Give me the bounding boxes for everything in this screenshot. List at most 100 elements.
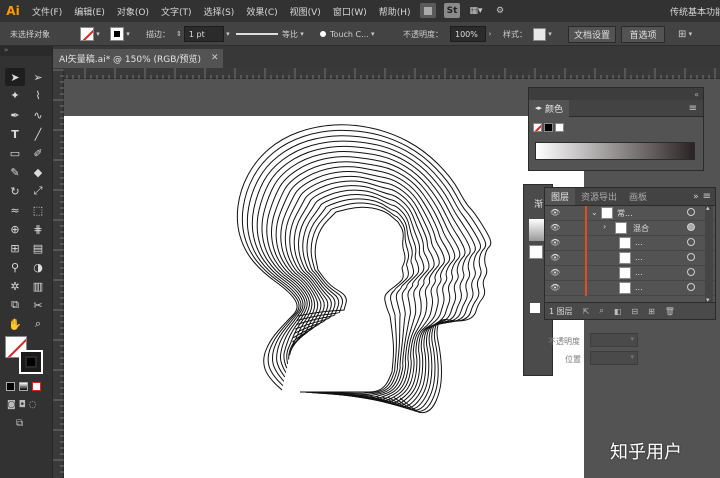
- lasso-tool-icon[interactable]: ⌇: [28, 86, 48, 104]
- horizontal-ruler[interactable]: [53, 68, 720, 79]
- target-icon[interactable]: [687, 238, 695, 246]
- opacity-dropdown[interactable]: ▾: [590, 333, 638, 347]
- scroll-up-icon[interactable]: ▴: [706, 204, 710, 212]
- panel-expand-icon[interactable]: »: [693, 192, 699, 202]
- close-icon[interactable]: ✕: [211, 53, 219, 63]
- trash-icon[interactable]: 🗑: [665, 307, 675, 316]
- gpu-performance-icon[interactable]: ⚙: [492, 3, 508, 18]
- menu-effect[interactable]: 效果(C): [240, 5, 283, 18]
- artboard-tool-icon[interactable]: ⧉: [5, 296, 25, 314]
- black-swatch[interactable]: [544, 123, 553, 132]
- scroll-down-icon[interactable]: ▾: [706, 296, 710, 304]
- symbol-sprayer-tool-icon[interactable]: ✲: [5, 277, 25, 295]
- gradient-tool-icon[interactable]: ▤: [28, 239, 48, 257]
- variable-width-profile[interactable]: 等比 ▾: [236, 26, 306, 42]
- graphic-style-swatch[interactable]: ▾: [533, 26, 554, 42]
- stroke-swatch-large[interactable]: [19, 350, 43, 374]
- rectangle-tool-icon[interactable]: ▭: [5, 144, 25, 162]
- document-setup-button[interactable]: 文档设置: [568, 25, 616, 43]
- scale-tool-icon[interactable]: ⤢: [28, 182, 48, 200]
- slice-tool-icon[interactable]: ✂: [28, 296, 48, 314]
- menu-help[interactable]: 帮助(H): [373, 5, 417, 18]
- shaper-tool-icon[interactable]: ✎: [5, 163, 25, 181]
- free-transform-tool-icon[interactable]: ⬚: [28, 201, 48, 219]
- menu-object[interactable]: 对象(O): [111, 5, 155, 18]
- brush-definition[interactable]: Touch C... ▾: [320, 26, 377, 42]
- chevron-down-icon[interactable]: ⌄: [591, 208, 598, 217]
- toolbar-collapse-icon[interactable]: »: [0, 46, 52, 56]
- target-icon[interactable]: [687, 268, 695, 276]
- magic-wand-tool-icon[interactable]: ✦: [5, 86, 25, 104]
- layer-row[interactable]: 👁 ...: [545, 236, 715, 251]
- menu-type[interactable]: 文字(T): [155, 5, 198, 18]
- tab-asset-export[interactable]: 资源导出: [575, 188, 623, 205]
- bridge-icon[interactable]: [420, 3, 436, 18]
- color-mode-icons[interactable]: [6, 382, 41, 391]
- target-icon[interactable]: [687, 223, 695, 231]
- new-sublayer-icon[interactable]: ⊟: [631, 307, 638, 316]
- gradient-icon[interactable]: [19, 382, 28, 391]
- direct-selection-tool-icon[interactable]: ➢: [28, 68, 48, 86]
- opacity-field[interactable]: 100%: [450, 26, 486, 42]
- screen-mode-icon[interactable]: ⧉: [16, 418, 23, 429]
- chevron-right-icon[interactable]: ›: [603, 222, 606, 231]
- new-layer-icon[interactable]: ⊞: [648, 307, 655, 316]
- align-options-icon[interactable]: ⊞ ▾: [678, 26, 694, 42]
- tab-artboards[interactable]: 画板: [623, 188, 653, 205]
- curvature-tool-icon[interactable]: ∿: [28, 106, 48, 124]
- tab-color[interactable]: ◂▸ 颜色: [529, 99, 570, 117]
- layers-scrollbar[interactable]: ▴ ▾: [705, 204, 713, 304]
- none-swatch-icon[interactable]: [529, 245, 543, 259]
- locate-object-icon[interactable]: ⌕: [599, 306, 603, 316]
- menu-file[interactable]: 文件(F): [26, 5, 68, 18]
- target-icon[interactable]: [687, 283, 695, 291]
- preferences-button[interactable]: 首选项: [621, 25, 665, 43]
- artboard[interactable]: [64, 116, 584, 478]
- color-swatches[interactable]: [533, 123, 564, 132]
- eye-icon[interactable]: 👁: [550, 268, 560, 277]
- layer-row[interactable]: 👁 ...: [545, 281, 715, 296]
- eyedropper-tool-icon[interactable]: ⚲: [5, 258, 25, 276]
- color-ramp[interactable]: [535, 142, 695, 160]
- eye-icon[interactable]: 👁: [550, 208, 560, 217]
- mesh-tool-icon[interactable]: ⊞: [5, 239, 25, 257]
- stroke-weight-stepper[interactable]: ⇕ 1 pt ▾: [176, 26, 232, 42]
- target-icon[interactable]: [687, 253, 695, 261]
- panel-collapse-icon[interactable]: «: [529, 88, 703, 100]
- panel-menu-icon[interactable]: ≡: [703, 191, 711, 202]
- document-tab[interactable]: AI矢量稿.ai* @ 150% (RGB/预览) ✕: [53, 49, 223, 68]
- stroke-weight-field[interactable]: 1 pt: [183, 26, 224, 42]
- menu-view[interactable]: 视图(V): [284, 5, 327, 18]
- paintbrush-tool-icon[interactable]: ✐: [28, 144, 48, 162]
- menu-select[interactable]: 选择(S): [198, 5, 241, 18]
- menu-edit[interactable]: 编辑(E): [68, 5, 111, 18]
- layer-row[interactable]: 👁 ⌄ 常...: [545, 206, 715, 221]
- workspace-switcher[interactable]: 传统基本功能: [670, 5, 720, 18]
- eye-icon[interactable]: 👁: [550, 253, 560, 262]
- eye-icon[interactable]: 👁: [550, 238, 560, 247]
- layer-row[interactable]: 👁 ...: [545, 251, 715, 266]
- type-tool-icon[interactable]: T: [5, 125, 25, 143]
- none-swatch-icon[interactable]: [533, 123, 542, 132]
- stepper-arrows-icon[interactable]: ⇕: [176, 30, 182, 38]
- shape-builder-tool-icon[interactable]: ⊕: [5, 220, 25, 238]
- perspective-grid-tool-icon[interactable]: ⋕: [28, 220, 48, 238]
- line-tool-icon[interactable]: ╱: [28, 125, 48, 143]
- clipping-mask-icon[interactable]: ◧: [614, 307, 622, 316]
- blend-tool-icon[interactable]: ◑: [28, 258, 48, 276]
- stroke-swatch[interactable]: ▾: [110, 26, 132, 42]
- white-swatch[interactable]: [555, 123, 564, 132]
- drawing-mode-icon[interactable]: ◙ ◘ ◌: [7, 400, 36, 410]
- tab-layers[interactable]: 图层: [545, 188, 576, 205]
- selection-tool-icon[interactable]: ➤: [5, 68, 25, 86]
- arrange-documents-icon[interactable]: ▦▾: [468, 3, 484, 18]
- zoom-tool-icon[interactable]: ⌕: [28, 315, 48, 333]
- none-icon[interactable]: [32, 382, 41, 391]
- layer-row[interactable]: 👁 ...: [545, 266, 715, 281]
- vertical-ruler[interactable]: [53, 68, 64, 478]
- location-dropdown[interactable]: ▾: [590, 351, 638, 365]
- gradient-stop[interactable]: [530, 303, 540, 313]
- color-icon[interactable]: [6, 382, 15, 391]
- fill-swatch[interactable]: ▾: [80, 26, 102, 42]
- opacity-control[interactable]: 100% ›: [450, 26, 494, 42]
